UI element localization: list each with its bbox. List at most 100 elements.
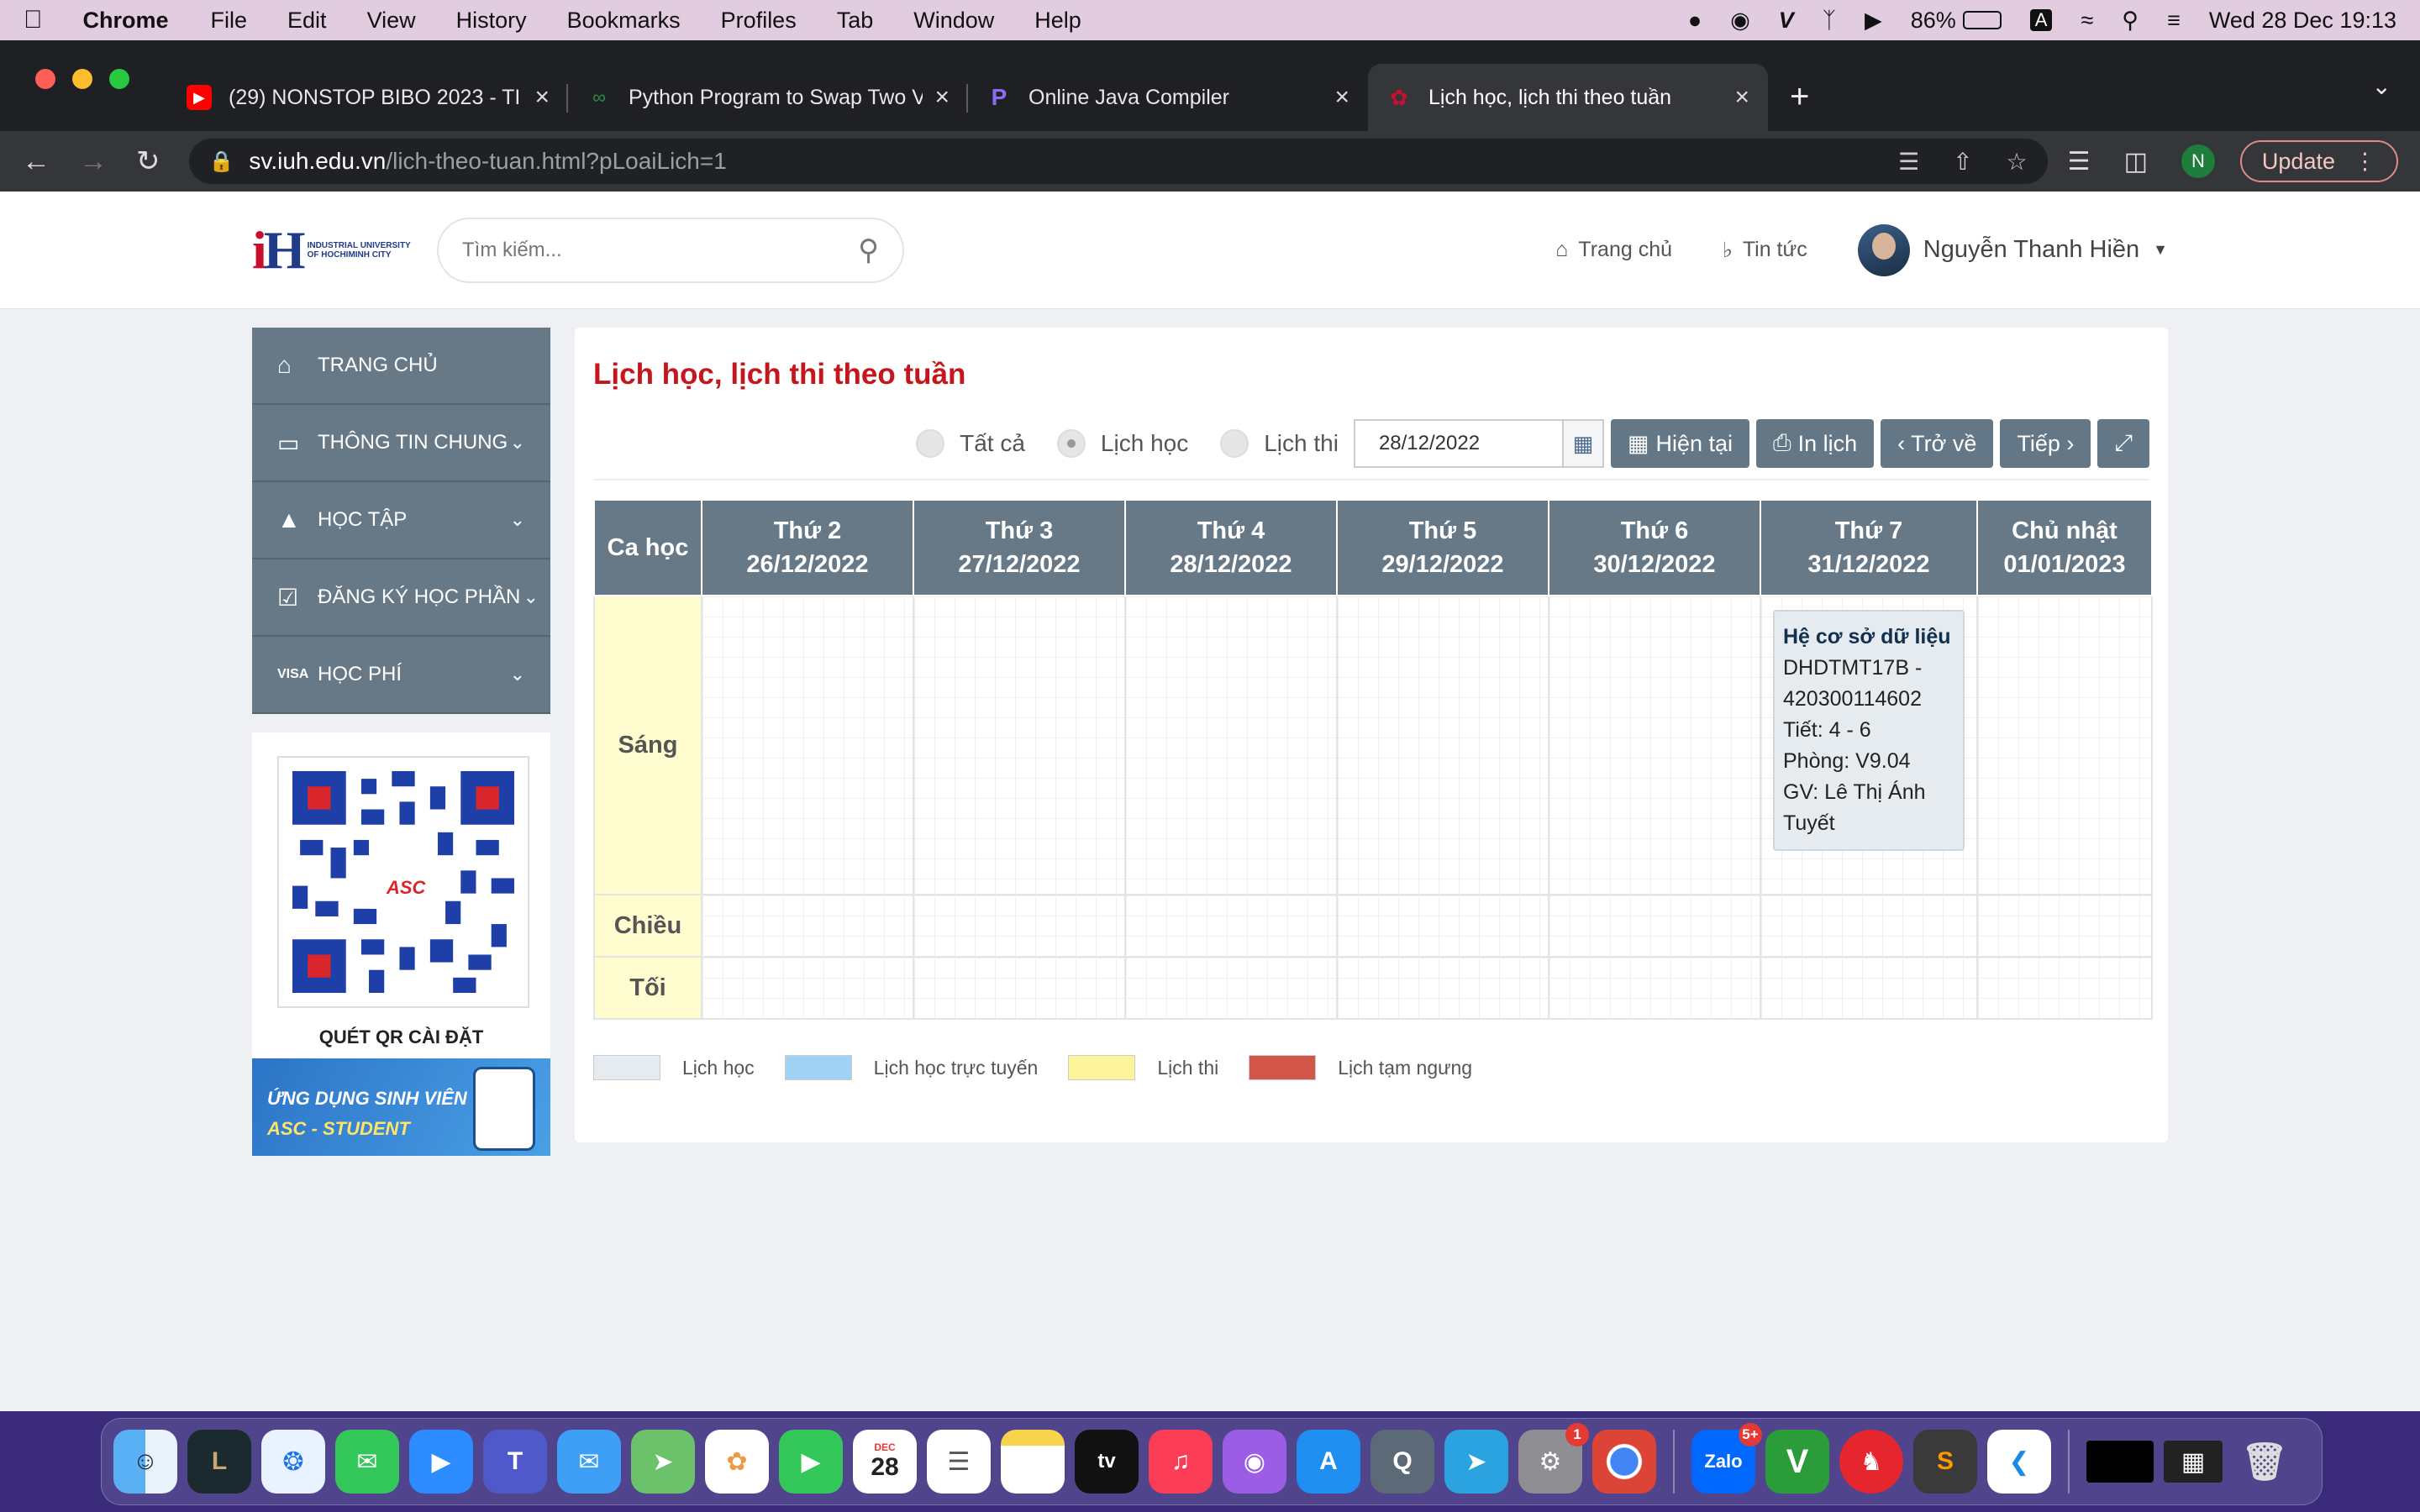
close-tab-icon[interactable]: × [1734, 83, 1749, 112]
radio-circle[interactable] [916, 429, 945, 458]
messenger-status-icon[interactable]: ◉ [1730, 8, 1750, 34]
search-box[interactable]: ⚲ [437, 217, 904, 283]
menu-edit[interactable]: Edit [287, 8, 327, 34]
reload-icon[interactable]: ↻ [136, 144, 160, 178]
menu-tab[interactable]: Tab [837, 8, 874, 34]
music-icon[interactable]: ♫ [1149, 1430, 1213, 1494]
vim-icon[interactable]: V [1765, 1430, 1829, 1494]
radio-lich-thi[interactable]: Lịch thi [1220, 429, 1339, 458]
wifi-icon[interactable]: ≈ [2081, 8, 2093, 34]
apple-tv-icon[interactable]: tv [1075, 1430, 1139, 1494]
vim-status-icon[interactable]: V [1779, 8, 1794, 34]
fullscreen-button[interactable]: ⤢ [2097, 419, 2149, 468]
date-field[interactable]: 28/12/2022 ▦ [1353, 419, 1604, 468]
close-window-button[interactable] [35, 69, 55, 89]
photos-icon[interactable]: ✿ [705, 1430, 769, 1494]
calendar-icon[interactable]: ▦ [1561, 421, 1602, 466]
podcasts-icon[interactable]: ◉ [1223, 1430, 1286, 1494]
sidebar-item-trang-chu[interactable]: ⌂ TRANG CHỦ [252, 328, 550, 405]
app-download-card[interactable]: ASC QUÉT QR CÀI ĐẶT ỨNG DỤNG SINH VIÊN A… [252, 732, 550, 1156]
share-icon[interactable]: ⇧ [1953, 148, 1972, 176]
previous-week-button[interactable]: ‹ Trở về [1881, 419, 1994, 468]
forward-arrow-icon[interactable]: → [79, 145, 108, 178]
menu-history[interactable]: History [456, 8, 527, 34]
notification-app-icon[interactable]: ● [1688, 8, 1702, 34]
tab-youtube[interactable]: ▶ (29) NONSTOP BIBO 2023 - TI × [168, 64, 568, 131]
back-arrow-icon[interactable]: ← [22, 145, 50, 178]
reading-list-icon[interactable]: ☰ [2068, 147, 2091, 176]
new-tab-icon[interactable]: + [1790, 78, 1809, 116]
safari-icon[interactable]: ❂ [261, 1430, 325, 1494]
search-icon[interactable]: ⚲ [858, 234, 879, 267]
finder-icon[interactable]: ☺ [113, 1430, 177, 1494]
user-menu[interactable]: Nguyễn Thanh Hiền ▼ [1857, 223, 2168, 276]
quicktime-icon[interactable]: Q [1370, 1430, 1434, 1494]
trash-icon[interactable]: 🗑 [2233, 1430, 2296, 1494]
input-source-icon[interactable]: A [2029, 9, 2053, 31]
update-button[interactable]: Update ⋮ [2239, 140, 2398, 182]
more-menu-icon[interactable]: ⋮ [2354, 149, 2376, 175]
address-bar[interactable]: 🔒 sv.iuh.edu.vn/lich-theo-tuan.html?pLoa… [188, 139, 2048, 184]
chrome-icon[interactable] [1592, 1430, 1656, 1494]
vscode-icon[interactable]: ❮ [1987, 1430, 2051, 1494]
print-button[interactable]: ⎙ In lịch [1756, 419, 1875, 468]
calendar-app-icon[interactable]: DEC 28 [853, 1430, 917, 1494]
sidebar-item-dang-ky-hoc-phan[interactable]: ☑ ĐĂNG KÝ HỌC PHẦN ⌄ [252, 559, 550, 637]
sublime-text-icon[interactable]: S [1913, 1430, 1977, 1494]
bookmark-star-icon[interactable]: ☆ [2007, 148, 2028, 176]
radio-lich-hoc[interactable]: Lịch học [1056, 429, 1188, 458]
menu-file[interactable]: File [211, 8, 248, 34]
menu-bookmarks[interactable]: Bookmarks [567, 8, 681, 34]
reminders-icon[interactable]: ☰ [927, 1430, 991, 1494]
bluetooth-icon[interactable]: ᛉ [1823, 8, 1836, 34]
side-panel-icon[interactable]: ◫ [2124, 147, 2148, 176]
current-week-button[interactable]: ▦ Hiện tại [1610, 419, 1749, 468]
app-store-icon[interactable]: A [1297, 1430, 1360, 1494]
mail-icon[interactable]: ✉ [557, 1430, 621, 1494]
menu-profiles[interactable]: Profiles [721, 8, 797, 34]
tab-lich-hoc[interactable]: ✿ Lịch học, lịch thi theo tuần × [1368, 64, 1768, 131]
class-card[interactable]: Hệ cơ sở dữ liệu DHDTMT17B - 42030011460… [1773, 610, 1965, 851]
sidebar-item-hoc-tap[interactable]: ▲ HỌC TẬP ⌄ [252, 482, 550, 559]
terminal-window-thumbnail[interactable] [2086, 1441, 2154, 1483]
teams-icon[interactable]: T [483, 1430, 547, 1494]
minimize-window-button[interactable] [72, 69, 92, 89]
maps-icon[interactable]: ➤ [631, 1430, 695, 1494]
iuh-logo[interactable]: iH INDUSTRIAL UNIVERSITY OF HOCHIMINH CI… [252, 217, 412, 284]
menu-help[interactable]: Help [1034, 8, 1081, 34]
zoom-icon[interactable]: ▶ [409, 1430, 473, 1494]
battery-indicator[interactable]: 86% [1911, 8, 2002, 34]
radio-circle[interactable] [1220, 429, 1249, 458]
nav-news-link[interactable]: ♭ Tin tức [1723, 238, 1807, 263]
play-status-icon[interactable]: ▶ [1865, 8, 1882, 34]
facetime-icon[interactable]: ▶ [779, 1430, 843, 1494]
zalo-icon[interactable]: Zalo 5+ [1691, 1423, 1762, 1494]
messages-icon[interactable]: ✉ [335, 1430, 399, 1494]
close-tab-icon[interactable]: × [934, 83, 950, 112]
zoom-window-button[interactable] [109, 69, 129, 89]
menu-window[interactable]: Window [913, 8, 994, 34]
search-input[interactable] [462, 238, 859, 262]
radio-tat-ca[interactable]: Tất cả [916, 429, 1025, 458]
spotlight-search-icon[interactable]: ⚲ [2122, 8, 2139, 34]
league-of-legends-icon[interactable]: L [187, 1430, 251, 1494]
asc-student-banner[interactable]: ỨNG DỤNG SINH VIÊN ASC - STUDENT [252, 1058, 550, 1156]
menu-view[interactable]: View [367, 8, 416, 34]
profile-avatar[interactable]: N [2181, 144, 2215, 178]
garena-icon[interactable]: ♞ [1839, 1430, 1903, 1494]
sidebar-item-thong-tin-chung[interactable]: ▭ THÔNG TIN CHUNG ⌄ [252, 405, 550, 482]
apple-icon[interactable]:  [24, 6, 43, 34]
sidebar-item-hoc-phi[interactable]: VISA HỌC PHÍ ⌄ [252, 637, 550, 714]
control-center-icon[interactable]: ≡ [2167, 8, 2181, 34]
telegram-icon[interactable]: ➤ [1444, 1430, 1508, 1494]
radio-circle[interactable] [1056, 429, 1086, 458]
tab-geeksforgeeks[interactable]: ∞ Python Program to Swap Two V × [568, 64, 968, 131]
menu-app-chrome[interactable]: Chrome [83, 8, 169, 34]
translate-icon[interactable]: ☰ [1898, 148, 1919, 176]
nav-home-link[interactable]: ⌂ Trang chủ [1555, 238, 1672, 262]
notes-icon[interactable] [1001, 1430, 1065, 1494]
menubar-clock[interactable]: Wed 28 Dec 19:13 [2209, 8, 2396, 34]
tab-programiz[interactable]: P Online Java Compiler × [968, 64, 1368, 131]
screenshot-thumbnail[interactable]: ▦ [2164, 1441, 2223, 1483]
tab-search-chevron-icon[interactable]: ⌄ [2372, 72, 2391, 100]
